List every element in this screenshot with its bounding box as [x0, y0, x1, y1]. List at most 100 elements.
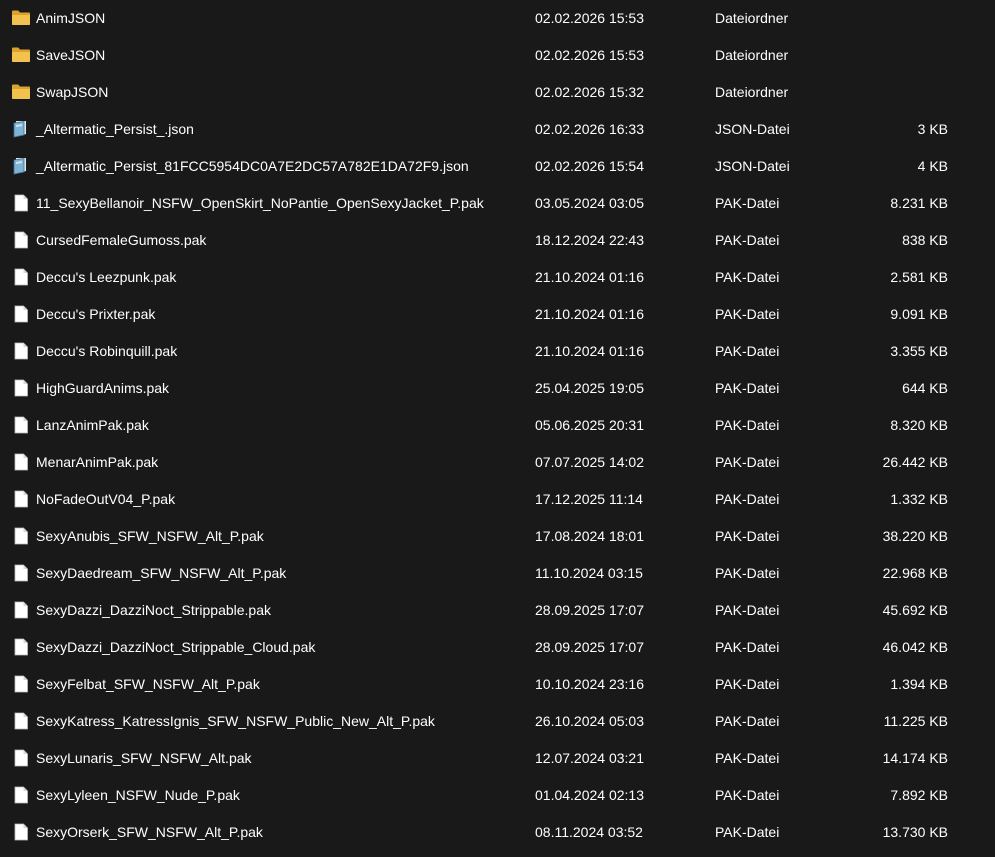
file-name[interactable]: HighGuardAnims.pak: [36, 380, 169, 396]
file-icon: [11, 453, 31, 471]
file-name[interactable]: MenarAnimPak.pak: [36, 454, 158, 470]
file-icon: [11, 749, 31, 767]
file-row[interactable]: Deccu's Leezpunk.pak 21.10.2024 01:16 PAK-…: [0, 259, 995, 296]
file-date: 02.02.2026 15:32: [535, 84, 644, 100]
file-type: JSON-Datei: [715, 158, 790, 174]
file-size: 26.442 KB: [882, 454, 948, 470]
file-row[interactable]: SexyDazzi_DazziNoct_Strippable_Cloud.pak…: [0, 629, 995, 666]
file-date: 11.10.2024 03:15: [535, 565, 643, 581]
file-row[interactable]: LanzAnimPak.pak 05.06.2025 20:31 PAK-Datei…: [0, 407, 995, 444]
file-name[interactable]: SexyAnubis_SFW_NSFW_Alt_P.pak: [36, 528, 264, 544]
file-type: PAK-Datei: [715, 343, 780, 359]
file-icon: [11, 601, 31, 619]
file-date: 25.04.2025 19:05: [535, 380, 644, 396]
file-icon: [11, 416, 31, 434]
file-type: Dateiordner: [715, 84, 789, 100]
file-size: 45.692 KB: [882, 602, 948, 618]
json-file-icon: [11, 120, 31, 138]
file-row[interactable]: 11_SexyBellanoir_NSFW_OpenSkirt_NoPantie…: [0, 185, 995, 222]
file-size: 3 KB: [917, 121, 948, 137]
file-type: Dateiordner: [715, 10, 789, 26]
file-size: 8.231 KB: [890, 195, 948, 211]
file-row[interactable]: SexyDaedream_SFW_NSFW_Alt_P.pak 11.10.202…: [0, 555, 995, 592]
file-date: 02.02.2026 16:33: [535, 121, 644, 137]
file-row[interactable]: _Altermatic_Persist_81FCC5954DC0A7E2DC57…: [0, 148, 995, 185]
file-size: 1.332 KB: [890, 491, 948, 507]
file-size: 4 KB: [917, 158, 948, 174]
file-row[interactable]: SexyLyleen_NSFW_Nude_P.pak 01.04.2024 02:…: [0, 777, 995, 814]
file-date: 12.07.2024 03:21: [535, 750, 644, 766]
file-name[interactable]: CursedFemaleGumoss.pak: [36, 232, 206, 248]
file-row[interactable]: SexyAnubis_SFW_NSFW_Alt_P.pak 17.08.2024 …: [0, 518, 995, 555]
file-size: 14.174 KB: [882, 750, 948, 766]
file-row[interactable]: SexyOrserk_SFW_NSFW_Alt_P.pak 08.11.2024 …: [0, 814, 995, 851]
file-row[interactable]: Deccu's Prixter.pak 21.10.2024 01:16 PAK-D…: [0, 296, 995, 333]
file-type: PAK-Datei: [715, 713, 780, 729]
file-date: 28.09.2025 17:07: [535, 602, 644, 618]
file-icon: [11, 490, 31, 508]
file-date: 10.10.2024 23:16: [535, 676, 644, 692]
file-date: 02.02.2026 15:54: [535, 158, 644, 174]
file-name[interactable]: SexyLunaris_SFW_NSFW_Alt.pak: [36, 750, 252, 766]
file-name[interactable]: LanzAnimPak.pak: [36, 417, 149, 433]
file-row[interactable]: CursedFemaleGumoss.pak 18.12.2024 22:43 PA…: [0, 222, 995, 259]
file-row[interactable]: SwapJSON 02.02.2026 15:32 Dateiordner: [0, 74, 995, 111]
file-icon: [11, 305, 31, 323]
file-date: 03.05.2024 03:05: [535, 195, 644, 211]
file-type: PAK-Datei: [715, 269, 780, 285]
file-name[interactable]: SwapJSON: [36, 84, 108, 100]
file-name[interactable]: SexyDazzi_DazziNoct_Strippable_Cloud.pak: [36, 639, 315, 655]
file-row[interactable]: SexyFelbat_SFW_NSFW_Alt_P.pak 10.10.2024 …: [0, 666, 995, 703]
file-name[interactable]: SexyDaedream_SFW_NSFW_Alt_P.pak: [36, 565, 286, 581]
file-type: Dateiordner: [715, 47, 789, 63]
file-name[interactable]: SexyFelbat_SFW_NSFW_Alt_P.pak: [36, 676, 260, 692]
file-name[interactable]: Deccu's Robinquill.pak: [36, 343, 177, 359]
file-type: PAK-Datei: [715, 528, 780, 544]
file-icon: [11, 675, 31, 693]
file-type: PAK-Datei: [715, 232, 780, 248]
file-row[interactable]: SexyLunaris_SFW_NSFW_Alt.pak 12.07.2024 0…: [0, 740, 995, 777]
file-name[interactable]: AnimJSON: [36, 10, 105, 26]
file-icon: [11, 268, 31, 286]
file-icon: [11, 564, 31, 582]
file-row[interactable]: MenarAnimPak.pak 07.07.2025 14:02 PAK-Date…: [0, 444, 995, 481]
file-icon: [11, 342, 31, 360]
file-name[interactable]: 11_SexyBellanoir_NSFW_OpenSkirt_NoPantie…: [36, 195, 484, 211]
file-row[interactable]: SaveJSON 02.02.2026 15:53 Dateiordner: [0, 37, 995, 74]
file-name[interactable]: Deccu's Leezpunk.pak: [36, 269, 176, 285]
file-row[interactable]: HighGuardAnims.pak 25.04.2025 19:05 PAK-Da…: [0, 370, 995, 407]
file-type: PAK-Datei: [715, 787, 780, 803]
file-type: PAK-Datei: [715, 491, 780, 507]
file-row[interactable]: SexyDazzi_DazziNoct_Strippable.pak 28.09.…: [0, 592, 995, 629]
file-date: 07.07.2025 14:02: [535, 454, 644, 470]
file-row[interactable]: AnimJSON 02.02.2026 15:53 Dateiordner: [0, 0, 995, 37]
file-name[interactable]: NoFadeOutV04_P.pak: [36, 491, 175, 507]
file-name[interactable]: _Altermatic_Persist_.json: [36, 121, 194, 137]
file-size: 1.394 KB: [890, 676, 948, 692]
file-name[interactable]: SaveJSON: [36, 47, 105, 63]
file-name[interactable]: SexyLyleen_NSFW_Nude_P.pak: [36, 787, 240, 803]
file-date: 21.10.2024 01:16: [535, 269, 644, 285]
file-icon: [11, 231, 31, 249]
file-row[interactable]: _Altermatic_Persist_.json 02.02.2026 16:3…: [0, 111, 995, 148]
file-date: 26.10.2024 05:03: [535, 713, 644, 729]
file-date: 17.12.2025 11:14: [535, 491, 643, 507]
file-date: 17.08.2024 18:01: [535, 528, 644, 544]
file-date: 08.11.2024 03:52: [535, 824, 643, 840]
file-size: 13.730 KB: [882, 824, 948, 840]
file-row[interactable]: SexyKatress_KatressIgnis_SFW_NSFW_Public…: [0, 703, 995, 740]
file-name[interactable]: Deccu's Prixter.pak: [36, 306, 155, 322]
file-icon: [11, 527, 31, 545]
file-date: 28.09.2025 17:07: [535, 639, 644, 655]
file-icon: [11, 823, 31, 841]
file-name[interactable]: _Altermatic_Persist_81FCC5954DC0A7E2DC57…: [36, 158, 469, 174]
file-row[interactable]: Deccu's Robinquill.pak 21.10.2024 01:16 PA…: [0, 333, 995, 370]
file-name[interactable]: SexyKatress_KatressIgnis_SFW_NSFW_Public…: [36, 713, 435, 729]
file-type: PAK-Datei: [715, 639, 780, 655]
file-name[interactable]: SexyDazzi_DazziNoct_Strippable.pak: [36, 602, 271, 618]
file-name[interactable]: SexyOrserk_SFW_NSFW_Alt_P.pak: [36, 824, 263, 840]
file-size: 38.220 KB: [882, 528, 948, 544]
file-size: 7.892 KB: [890, 787, 948, 803]
file-size: 22.968 KB: [882, 565, 948, 581]
file-row[interactable]: NoFadeOutV04_P.pak 17.12.2025 11:14 PAK-Da…: [0, 481, 995, 518]
